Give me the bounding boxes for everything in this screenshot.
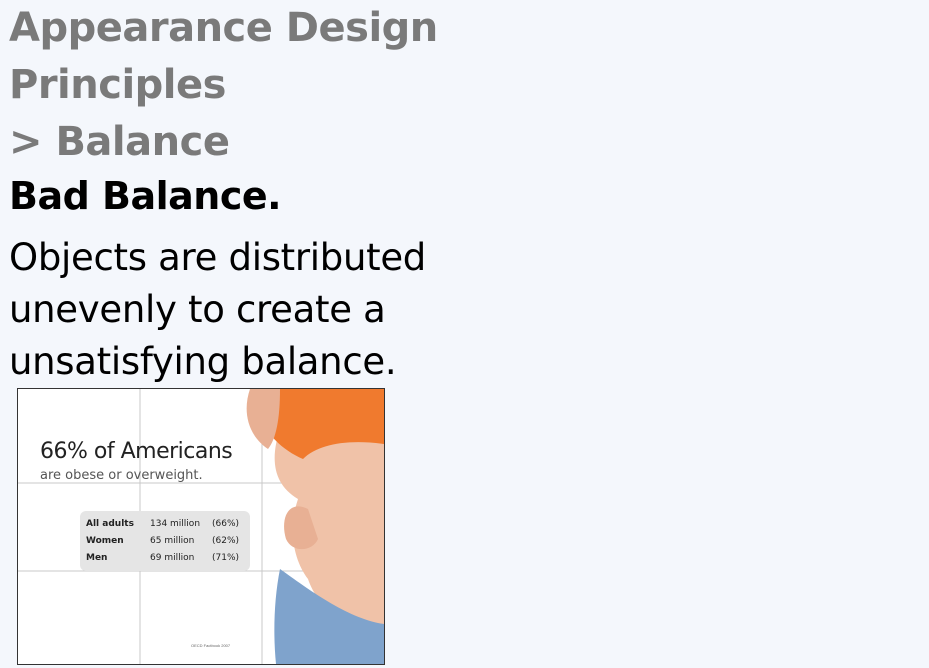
title-line-3: > Balance: [9, 119, 230, 165]
stat-subheading: are obese or overweight.: [40, 468, 203, 483]
slide-title: Appearance Design Principles > Balance: [9, 0, 438, 171]
stat-heading: 66% of Americans: [40, 439, 233, 464]
image-source-note: OECD Factbook 2007: [191, 643, 231, 648]
title-line-1: Appearance Design: [9, 5, 438, 51]
body-line-3: unsatisfying balance.: [9, 340, 397, 383]
subheading: Bad Balance.: [9, 174, 282, 218]
body-line-1: Objects are distributed: [9, 236, 426, 279]
stat-table: All adults 134 million (66%) Women 65 mi…: [80, 511, 250, 571]
title-line-2: Principles: [9, 62, 226, 108]
example-image: 66% of Americans are obese or overweight…: [17, 388, 385, 665]
body-text: Objects are distributed unevenly to crea…: [9, 232, 426, 388]
arm-shape: [246, 389, 280, 449]
body-line-2: unevenly to create a: [9, 288, 386, 331]
